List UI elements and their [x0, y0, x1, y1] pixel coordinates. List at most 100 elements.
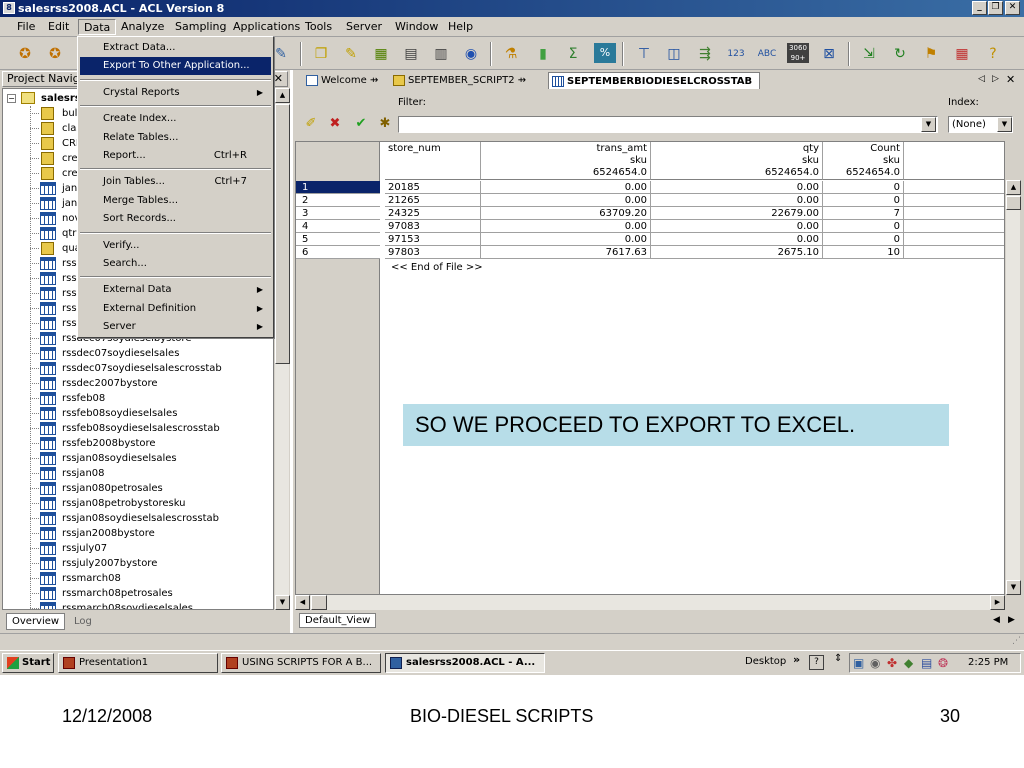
- menu-data[interactable]: Data: [78, 19, 117, 35]
- summarize-icon[interactable]: Σ: [562, 43, 584, 65]
- remove-filter-icon[interactable]: ✖: [325, 114, 345, 134]
- filter-history-icon[interactable]: ✱: [375, 114, 395, 134]
- tab-log[interactable]: Log: [68, 613, 98, 630]
- menu-item-relate-tables[interactable]: Relate Tables...: [80, 129, 271, 147]
- menu-item-crystal-reports[interactable]: Crystal Reports ▶: [80, 84, 271, 102]
- help-icon[interactable]: ?: [982, 43, 1004, 65]
- table-cell[interactable]: 63709.20: [481, 207, 651, 220]
- tree-item[interactable]: rssjuly07: [3, 541, 273, 556]
- table-cell[interactable]: 2675.10: [651, 246, 823, 259]
- filter-dropdown-icon[interactable]: ▼: [921, 117, 936, 132]
- table-cell[interactable]: 20185: [385, 181, 481, 194]
- table-cell[interactable]: 0: [823, 194, 904, 207]
- menu-item-report[interactable]: Report... Ctrl+R: [80, 147, 271, 165]
- table-cell[interactable]: 22679.00: [651, 207, 823, 220]
- pin-icon[interactable]: ⇸: [518, 75, 526, 86]
- row-number[interactable]: 2: [296, 194, 380, 207]
- tab-welcome[interactable]: Welcome ⇸: [303, 72, 378, 89]
- row-number[interactable]: 5: [296, 233, 380, 246]
- menu-item-extract-data[interactable]: Extract Data...: [80, 39, 271, 57]
- scroll-thumb[interactable]: [1006, 196, 1021, 210]
- table-cell[interactable]: 0.00: [481, 220, 651, 233]
- volume-icon[interactable]: ◉: [870, 656, 880, 670]
- tree-item[interactable]: rssfeb2008bystore: [3, 436, 273, 451]
- scroll-up-icon[interactable]: ▲: [275, 88, 290, 103]
- menu-file[interactable]: File: [12, 19, 40, 35]
- resize-grip-icon[interactable]: ⋰: [1012, 636, 1021, 646]
- toolbar-expand-icon[interactable]: »: [793, 653, 800, 666]
- sequence-icon[interactable]: 123: [725, 43, 747, 65]
- apply-filter-icon[interactable]: ✔: [351, 114, 371, 134]
- table-cell[interactable]: 97083: [385, 220, 481, 233]
- tree-item[interactable]: rssjan08petrobystoresku: [3, 496, 273, 511]
- stratify-icon[interactable]: ▮: [532, 43, 554, 65]
- table-cell[interactable]: 0: [823, 220, 904, 233]
- scroll-up-icon[interactable]: ▲: [1006, 180, 1021, 195]
- column-header[interactable]: qty sku 6524654.0: [651, 142, 823, 180]
- view-scroll-left-icon[interactable]: ◀: [993, 615, 1000, 625]
- start-button[interactable]: Start: [2, 653, 54, 673]
- pin-icon[interactable]: ⇸: [370, 75, 378, 86]
- menu-window[interactable]: Window: [390, 19, 443, 35]
- tree-item[interactable]: rssmarch08petrosales: [3, 586, 273, 601]
- table-cell[interactable]: 0.00: [651, 181, 823, 194]
- table-cell[interactable]: 0: [823, 181, 904, 194]
- tree-item[interactable]: rssdec07soydieselsalescrosstab: [3, 361, 273, 376]
- restore-button[interactable]: ❐: [988, 1, 1003, 15]
- table-cell[interactable]: 0: [823, 233, 904, 246]
- table-cell[interactable]: 7: [823, 207, 904, 220]
- menu-item-create-index[interactable]: Create Index...: [80, 110, 271, 128]
- menu-item-join-tables[interactable]: Join Tables... Ctrl+7: [80, 173, 271, 191]
- table-cell[interactable]: 97153: [385, 233, 481, 246]
- tree-item[interactable]: rssmarch08: [3, 571, 273, 586]
- scroll-down-icon[interactable]: ▼: [275, 595, 290, 610]
- classify-icon[interactable]: ⊤: [633, 43, 655, 65]
- tree-item[interactable]: rssdec07soydieselsales: [3, 346, 273, 361]
- menu-tools[interactable]: Tools: [300, 19, 337, 35]
- grid-vscrollbar[interactable]: ▲ ▼: [1005, 180, 1021, 595]
- row-number[interactable]: 4: [296, 220, 380, 233]
- display-icon[interactable]: ▤: [921, 656, 932, 670]
- table-cell[interactable]: 21265: [385, 194, 481, 207]
- menu-item-external-data[interactable]: External Data ▶: [80, 281, 271, 299]
- menu-help[interactable]: Help: [443, 19, 478, 35]
- filter-input[interactable]: [398, 116, 938, 133]
- menu-analyze[interactable]: Analyze: [116, 19, 169, 35]
- histogram-icon[interactable]: ◫: [663, 43, 685, 65]
- join-icon[interactable]: ⇶: [694, 43, 716, 65]
- messenger-icon[interactable]: ❂: [938, 656, 948, 670]
- cross-tab-icon[interactable]: ⊠: [818, 43, 840, 65]
- collapse-icon[interactable]: −: [7, 94, 16, 103]
- grid-icon[interactable]: ▦: [951, 43, 973, 65]
- menu-item-sort-records[interactable]: Sort Records...: [80, 210, 271, 228]
- table-cell[interactable]: 0.00: [481, 194, 651, 207]
- tray-arrow-icon[interactable]: ⇕: [834, 653, 842, 664]
- help-tray-icon[interactable]: ?: [809, 655, 824, 670]
- grid-hscrollbar[interactable]: ◀ ▶: [295, 595, 1005, 610]
- table-cell[interactable]: 0.00: [481, 233, 651, 246]
- tree-item[interactable]: rssmarch08soydieselsales: [3, 601, 273, 609]
- export-icon[interactable]: ⇲: [858, 43, 880, 65]
- menu-item-external-definition[interactable]: External Definition ▶: [80, 300, 271, 318]
- menu-item-merge-tables[interactable]: Merge Tables...: [80, 192, 271, 210]
- tree-scrollbar[interactable]: ▲ ▼: [274, 88, 290, 610]
- hscroll-thumb[interactable]: [311, 595, 327, 610]
- column-header[interactable]: store_num: [385, 142, 481, 180]
- script-icon[interactable]: ❐: [310, 43, 332, 65]
- scroll-thumb[interactable]: [275, 104, 290, 364]
- close-navigator-icon[interactable]: ✕: [274, 72, 283, 86]
- menu-server[interactable]: Server: [341, 19, 387, 35]
- note-icon[interactable]: ✎: [340, 43, 362, 65]
- clock[interactable]: 2:25 PM: [968, 657, 1008, 668]
- tab-septemberbiodieselcrosstab[interactable]: SEPTEMBERBIODIESELCROSSTAB: [548, 72, 760, 89]
- tab-scroll-left-icon[interactable]: ◁: [978, 74, 985, 84]
- taskbar-using-scripts[interactable]: USING SCRIPTS FOR A B...: [221, 653, 381, 673]
- tree-item[interactable]: rssjuly2007bystore: [3, 556, 273, 571]
- table-cell[interactable]: 24325: [385, 207, 481, 220]
- menu-item-search[interactable]: Search...: [80, 255, 271, 273]
- menu-applications[interactable]: Applications: [228, 19, 305, 35]
- view-scroll-right-icon[interactable]: ▶: [1008, 615, 1015, 625]
- tree-item[interactable]: rssjan080petrosales: [3, 481, 273, 496]
- tree-item[interactable]: rssjan08: [3, 466, 273, 481]
- table-cell[interactable]: 10: [823, 246, 904, 259]
